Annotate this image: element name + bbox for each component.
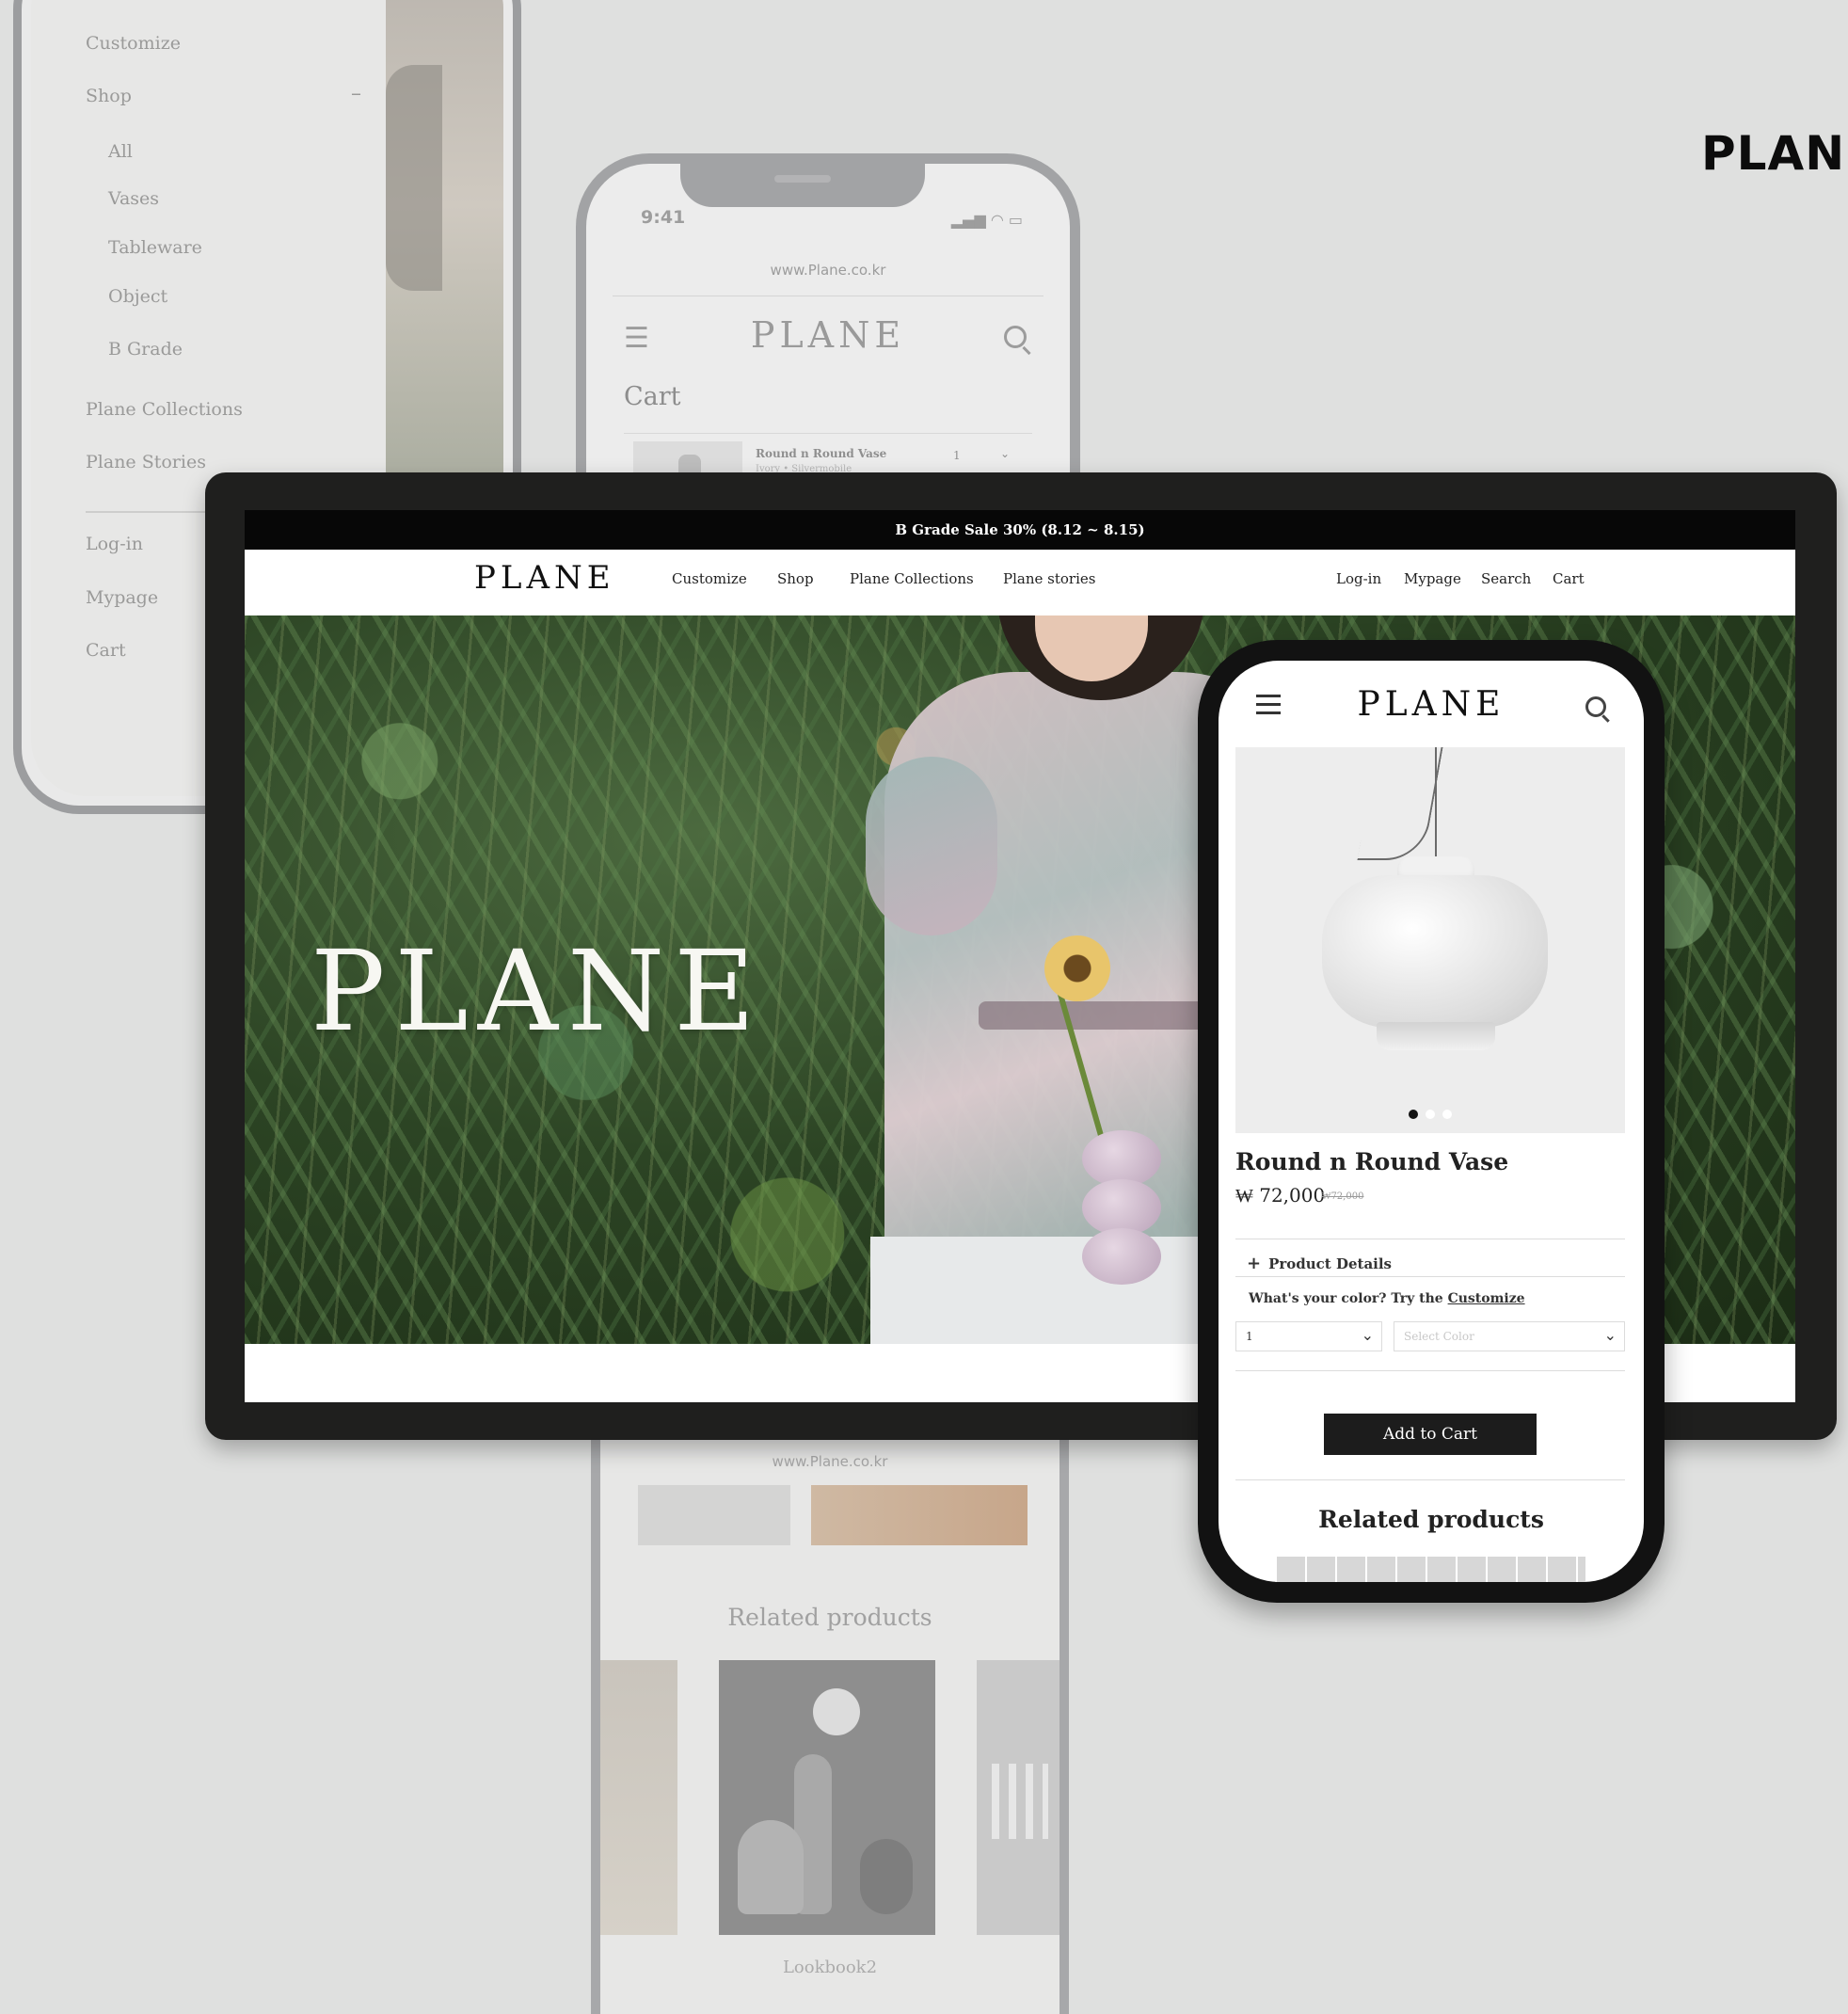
carousel-dot[interactable] [1426,1110,1435,1119]
promo-banner[interactable]: B Grade Sale 30% (8.12 ~ 8.15) [245,510,1795,550]
menu-item-tableware[interactable]: Tableware [108,237,202,258]
product-photo[interactable] [811,1485,1028,1545]
related-products-title: Related products [1318,1506,1544,1533]
address-bar[interactable]: www.Plane.co.kr [586,262,1070,279]
chevron-down-icon: ⌄ [1361,1326,1374,1344]
related-phone: www.Plane.co.kr Related products Lookboo… [591,1431,1069,2014]
nav-search[interactable]: Search [1481,570,1531,587]
nav-login[interactable]: Log-in [1336,570,1381,587]
menu-item-mypage[interactable]: Mypage [86,587,158,608]
menu-item-all[interactable]: All [108,141,133,162]
related-card-main[interactable] [719,1660,935,1935]
product-name: Round n Round Vase [1235,1148,1509,1175]
collapse-icon[interactable]: – [351,82,361,105]
color-placeholder: Select Color [1404,1330,1474,1343]
search-icon[interactable] [1585,696,1606,717]
menu-item-object[interactable]: Object [108,286,167,307]
related-card-prev[interactable] [600,1660,677,1935]
nav-plane-collections[interactable]: Plane Collections [850,570,974,587]
sunflower-image [1044,935,1110,1001]
related-card-label[interactable]: Lookbook2 [600,1958,1059,1977]
related-products-strip[interactable] [1275,1557,1585,1582]
menu-item-plane-stories[interactable]: Plane Stories [86,452,206,472]
nav-mypage[interactable]: Mypage [1404,570,1461,587]
site-header: PLANE Customize Shop Plane Collections P… [245,550,1795,615]
carousel-dot[interactable] [1409,1110,1418,1119]
site-logo[interactable]: PLANE [474,559,615,597]
quantity-select[interactable]: 1 ⌄ [1235,1321,1382,1351]
product-details-label: Product Details [1268,1255,1392,1272]
customize-prompt-text: What's your color? Try the [1249,1291,1448,1306]
product-photo[interactable] [638,1485,790,1545]
cart-brand-logo[interactable]: PLANE [586,314,1070,356]
carousel-dots[interactable] [1235,1105,1625,1123]
status-time: 9:41 [641,207,686,228]
hero-title: PLANE [311,926,765,1056]
signal-wifi-battery-icon: ▂▄▆ ◠ ▭ [950,211,1023,229]
nav-shop[interactable]: Shop [777,570,814,587]
color-select[interactable]: Select Color ⌄ [1394,1321,1625,1351]
product-details-toggle[interactable]: + Product Details [1247,1254,1392,1273]
product-page-logo[interactable]: PLANE [1219,685,1644,724]
divider [1235,1370,1625,1371]
divider [1235,1479,1625,1480]
add-to-cart-button[interactable]: Add to Cart [1324,1414,1537,1455]
menu-item-vases[interactable]: Vases [108,188,159,209]
quantity-value: 1 [1246,1330,1253,1343]
menu-item-login[interactable]: Log-in [86,534,143,554]
search-icon[interactable] [1004,326,1027,348]
menu-item-b-grade[interactable]: B Grade [108,339,183,360]
nav-cart[interactable]: Cart [1553,570,1585,587]
menu-item-shop[interactable]: Shop [86,86,132,106]
nav-plane-stories[interactable]: Plane stories [1003,570,1095,587]
chevron-down-icon[interactable]: ⌄ [1000,447,1010,460]
divider [1235,1276,1625,1277]
product-phone-screen: PLANE Round n Round Vase ₩ 72,000 ₩72,00… [1219,661,1644,1582]
related-products-title: Related products [727,1604,932,1631]
cart-item-qty[interactable]: 1 [953,449,961,462]
page-title: Cart [624,382,681,411]
address-bar[interactable]: www.Plane.co.kr [600,1453,1059,1470]
corner-brand: PLAN [1701,126,1846,181]
carousel-dot[interactable] [1442,1110,1452,1119]
menu-item-plane-collections[interactable]: Plane Collections [86,399,243,420]
related-card-next[interactable] [977,1660,1059,1935]
customize-prompt: What's your color? Try the Customize [1249,1291,1525,1306]
plus-icon: + [1247,1254,1262,1273]
nav-customize[interactable]: Customize [672,570,747,587]
cart-item-name[interactable]: Round n Round Vase [756,447,886,460]
product-phone: PLANE Round n Round Vase ₩ 72,000 ₩72,00… [1198,640,1665,1603]
product-image[interactable] [1235,747,1625,1133]
original-price: ₩72,000 [1322,1191,1364,1202]
product-price: ₩ 72,000 [1235,1184,1326,1207]
menu-item-cart[interactable]: Cart [86,640,126,661]
menu-item-customize[interactable]: Customize [86,33,181,54]
phone-notch [680,164,925,207]
customize-link[interactable]: Customize [1448,1291,1525,1306]
pink-vase-image [1082,1130,1161,1285]
chevron-down-icon: ⌄ [1603,1326,1617,1344]
